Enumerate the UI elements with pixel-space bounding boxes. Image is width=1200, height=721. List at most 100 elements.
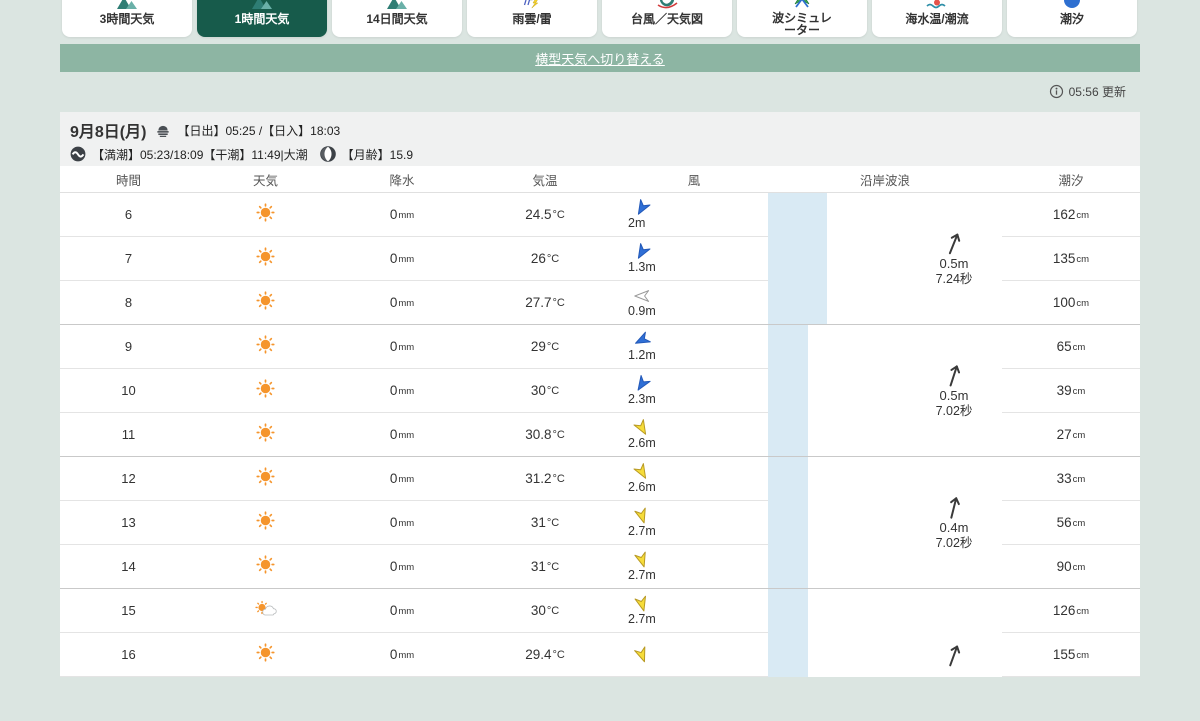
layout-switch-banner: 横型天気へ切り替える [60,44,1140,72]
hour-label: 8 [125,295,132,310]
temp-value: 24.5 [525,207,551,222]
hour-label: 16 [121,647,135,662]
sunny-icon [256,643,275,667]
sun-cloud-icon [253,599,279,623]
temp-cell: 31°C [470,501,620,545]
precip-unit: mm [398,298,414,309]
wind-speed-label: 0.9m [628,304,656,318]
weather-cell [197,325,334,369]
precip-cell: 0mm [334,237,470,281]
column-header: 降水 [334,170,470,189]
tide-icon [1062,0,1082,11]
weather-1h-icon [249,0,275,11]
weather-3h-icon [114,0,140,11]
wave-group-cell [768,589,1140,721]
wave-period-label: 7.02秒 [936,404,973,418]
tab-weather-3h[interactable]: 3時間天気 [62,0,192,37]
hour-cell: 15 [60,589,197,633]
precip-value: 0 [390,515,398,530]
weather-cell [197,281,334,325]
temp-cell: 27.7°C [470,281,620,325]
tab-tide[interactable]: 潮汐 [1007,0,1137,37]
tab-label: 台風／天気図 [631,13,703,26]
tab-label: 3時間天気 [100,13,155,26]
hour-label: 14 [121,559,135,574]
hour-cell: 11 [60,413,197,457]
sunny-icon [256,203,275,227]
wind-speed-label: 2.7m [628,612,656,626]
sea-temp-icon [925,0,949,11]
wind-cell: 1.3m [620,237,768,281]
sunrise-sunset-icon [155,123,171,138]
precip-value: 0 [390,471,398,486]
precip-cell: 0mm [334,369,470,413]
precip-unit: mm [398,430,414,441]
wind-cell: 2.7m [620,589,768,633]
tab-weather-1h[interactable]: 1時間天気 [197,0,327,37]
weather-cell [197,501,334,545]
precip-cell: 0mm [334,193,470,237]
temp-unit: °C [552,473,564,485]
wave-period-label: 7.02秒 [936,536,973,550]
weather-menu-tab-bar: 3時間天気 1時間天気 14日間天気 雨雲/雷 台風／天気図 波シミュレーター 海水温/潮流… [62,0,1137,37]
hourly-forecast-table: 時間天気降水気温風沿岸波浪潮汐 60mm24.5°C2m162cm70mm26°… [60,166,1140,677]
tide-times-label: 【満潮】05:23/18:09【干潮】11:49|大潮 [92,146,308,163]
wind-cell: 2.6m [620,457,768,501]
hour-label: 7 [125,251,132,266]
hour-label: 13 [121,515,135,530]
date-label: 9月8日(月) [70,118,146,142]
wave-group-cell: 0.5m7.24秒 [768,193,1140,325]
weather-cell [197,369,334,413]
weather-cell [197,545,334,589]
temp-cell: 30°C [470,589,620,633]
tab-weather-14d[interactable]: 14日間天気 [332,0,462,37]
weather-cell [197,589,334,633]
precip-unit: mm [398,606,414,617]
wind-speed-label: 1.2m [628,348,656,362]
column-header: 潮汐 [1002,170,1140,189]
wind-cell: 2.6m [620,413,768,457]
precip-value: 0 [390,427,398,442]
switch-to-horizontal-weather-link[interactable]: 横型天気へ切り替える [535,49,665,68]
temp-value: 30 [531,603,546,618]
column-header: 沿岸波浪 [768,170,1002,189]
sunny-icon [256,423,275,447]
precip-value: 0 [390,251,398,266]
column-header: 天気 [197,170,334,189]
sunny-icon [256,247,275,271]
weather-cell [197,193,334,237]
tab-sea-temp[interactable]: 海水温/潮流 [872,0,1002,37]
wind-cell: 2.7m [620,501,768,545]
wave-group-cell: 0.5m7.02秒 [768,325,1140,457]
precip-cell: 0mm [334,501,470,545]
tab-rain-radar[interactable]: 雨雲/雷 [467,0,597,37]
tab-label: 14日間天気 [366,13,427,26]
sunny-icon [256,379,275,403]
date-header: 9月8日(月) 【日出】05:25 /【日入】18:03 【満潮】05:23/1… [60,112,1140,166]
sunny-icon [256,467,275,491]
tide-wave-icon [70,146,86,162]
tab-label: 波シミュレーター [770,12,834,37]
precip-value: 0 [390,603,398,618]
wind-direction-arrow [634,288,650,304]
column-header: 風 [620,170,768,189]
hour-cell: 9 [60,325,197,369]
precip-value: 0 [390,207,398,222]
update-time-label: 05:56 更新 [1069,83,1126,100]
hour-label: 9 [125,339,132,354]
precip-cell: 0mm [334,413,470,457]
precip-unit: mm [398,474,414,485]
wind-speed-label: 2.6m [628,480,656,494]
temp-value: 29 [531,339,546,354]
typhoon-icon [655,0,679,11]
wind-direction-arrow [632,506,652,526]
wave-group-cell: 0.4m7.02秒 [768,457,1140,589]
temp-unit: °C [552,649,564,661]
sunrise-sunset-label: 【日出】05:25 /【日入】18:03 [177,122,340,139]
precip-cell: 0mm [334,457,470,501]
precip-cell: 0mm [334,633,470,677]
tab-wave-simulator[interactable]: 波シミュレーター [737,0,867,37]
weather-cell [197,633,334,677]
tab-typhoon[interactable]: 台風／天気図 [602,0,732,37]
temp-unit: °C [552,429,564,441]
